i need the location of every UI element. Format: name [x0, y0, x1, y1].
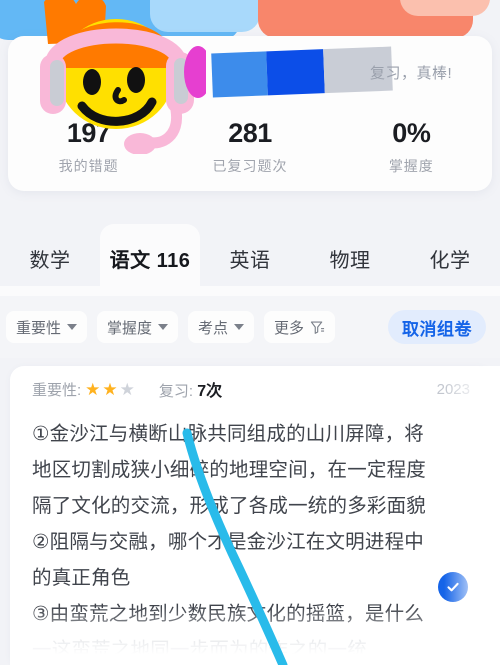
review-progress-bar	[211, 46, 393, 98]
importance-stars: ★ ★ ★	[85, 381, 135, 398]
star-icon: ★	[119, 379, 135, 399]
tab-chemistry[interactable]: 化学	[400, 224, 500, 292]
progress-note: 复习，真棒!	[370, 65, 453, 82]
subject-tabbar: 数学 语文 116 英语 物理 化学	[0, 224, 500, 292]
question-line: ②阻隔与交融，哪个才是金沙江在文明进程中	[32, 531, 424, 554]
chevron-down-icon	[158, 324, 169, 330]
filter-chip-knowledge-point[interactable]: 考点	[188, 311, 255, 343]
star-icon: ★	[102, 379, 118, 399]
stat-label: 已复习题次	[212, 158, 288, 175]
filter-chip-more[interactable]: 更多	[264, 311, 336, 343]
question-line: 一这蛮荒之地同一步而为的作之的一统	[32, 639, 367, 662]
question-card-header: 重要性: ★ ★ ★ 复习: 7次 2023	[10, 366, 492, 412]
filter-chip-mastery[interactable]: 掌握度	[97, 311, 179, 343]
deco-card-blue2	[150, 0, 260, 32]
question-date: 2023	[436, 380, 470, 398]
review-label: 复习:	[158, 383, 194, 400]
stat-value: 0%	[392, 118, 431, 148]
chevron-down-icon	[67, 324, 78, 330]
question-line: 隔了文化的交流，形成了各成一统的多彩面貌	[32, 495, 427, 518]
tab-english[interactable]: 英语	[200, 224, 300, 292]
stat-value: 281	[228, 118, 272, 148]
stat-label: 我的错题	[58, 158, 119, 175]
review-count: 7次	[197, 383, 223, 400]
stat-wrong-questions: 197 我的错题	[8, 118, 169, 184]
star-icon: ★	[85, 379, 101, 399]
filter-funnel-icon	[310, 321, 325, 334]
question-line: ③由蛮荒之地到少数民族文化的摇篮，是什么	[32, 603, 424, 626]
deco-card-coral2	[400, 0, 490, 16]
chevron-down-icon	[234, 324, 245, 330]
check-icon	[447, 582, 459, 592]
tab-chinese[interactable]: 语文 116	[100, 224, 200, 292]
tabbar-base	[0, 286, 500, 296]
stat-mastery: 0% 掌握度	[331, 118, 492, 184]
filter-bar: 重要性 掌握度 考点 更多 取消组卷	[0, 296, 500, 358]
question-line: ①金沙江与横断山脉共同组成的山川屏障，将	[32, 423, 424, 445]
stat-value: 197	[66, 118, 111, 148]
filter-chip-label: 更多	[274, 319, 305, 337]
filter-chip-label: 重要性	[16, 319, 62, 337]
filter-chip-label: 考点	[198, 319, 229, 337]
tab-math[interactable]: 数学	[0, 224, 100, 292]
question-line: 地区切割成狭小细碎的地理空间，在一定程度	[32, 459, 427, 482]
review-count-group: 复习: 7次	[159, 377, 222, 401]
app-root: 复习，真棒! 197 我的错题 281 已复习题次 0% 掌握度 数学 语文 1…	[0, 0, 500, 665]
select-question-check-button[interactable]	[438, 572, 468, 602]
progress-segment-light-blue	[211, 51, 268, 98]
tab-physics[interactable]: 物理	[300, 224, 400, 292]
filter-chip-importance[interactable]: 重要性	[6, 311, 88, 343]
progress-segment-dark-blue	[266, 49, 325, 96]
question-card[interactable]: 重要性: ★ ★ ★ 复习: 7次 2023 ①金沙江与横断山脉共同组成的山川屏…	[10, 366, 492, 665]
question-body: ①金沙江与横断山脉共同组成的山川屏障，将 地区切割成狭小细碎的地理空间，在一定程…	[10, 412, 492, 665]
filter-chip-label: 掌握度	[107, 319, 153, 337]
stat-label: 掌握度	[388, 158, 434, 175]
importance-label: 重要性:	[32, 381, 82, 399]
stats-row: 197 我的错题 281 已复习题次 0% 掌握度	[8, 118, 492, 184]
cancel-compose-paper-button[interactable]: 取消组卷	[388, 310, 486, 344]
stat-reviewed-count: 281 已复习题次	[169, 118, 330, 184]
question-line: 的真正角色	[32, 567, 131, 590]
